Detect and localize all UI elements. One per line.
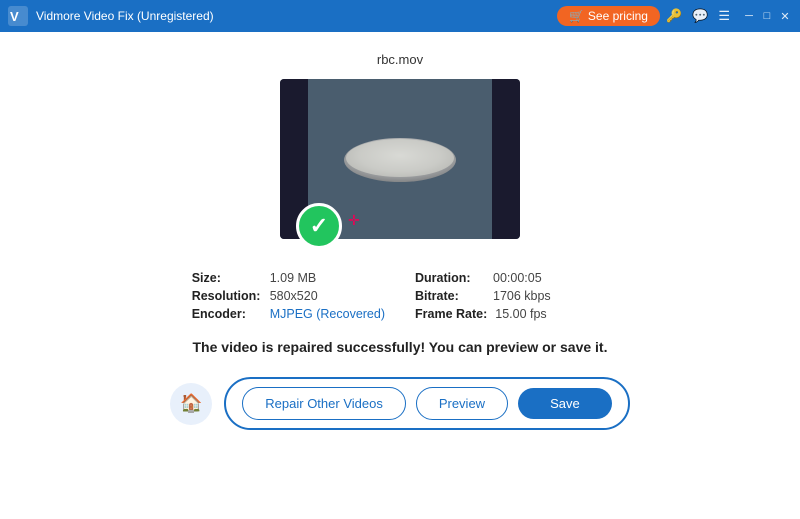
- bitrate-value: 1706 kbps: [493, 289, 551, 303]
- title-bar-left: V Vidmore Video Fix (Unregistered): [8, 6, 214, 26]
- video-panel-right: [492, 79, 520, 239]
- info-row-encoder: Encoder: MJPEG (Recovered): [192, 307, 385, 321]
- repair-other-button[interactable]: Repair Other Videos: [242, 387, 406, 420]
- app-logo-icon: V: [8, 6, 28, 26]
- minimize-icon[interactable]: ─: [742, 9, 756, 23]
- blob-shape-icon: [340, 132, 460, 187]
- framerate-label: Frame Rate:: [415, 307, 487, 321]
- info-row-resolution: Resolution: 580x520: [192, 289, 385, 303]
- app-title: Vidmore Video Fix (Unregistered): [36, 9, 214, 23]
- duration-value: 00:00:05: [493, 271, 542, 285]
- pricing-button[interactable]: 🛒 See pricing: [557, 6, 660, 26]
- menu-icon[interactable]: ☰: [718, 8, 730, 24]
- title-bar-icons: 🔑 💬 ☰: [666, 8, 730, 24]
- title-bar-right: 🛒 See pricing 🔑 💬 ☰ ─ □ ✕: [557, 6, 792, 26]
- success-message: The video is repaired successfully! You …: [193, 339, 608, 355]
- svg-text:V: V: [10, 9, 19, 24]
- info-row-size: Size: 1.09 MB: [192, 271, 385, 285]
- info-grid: Size: 1.09 MB Duration: 00:00:05 Resolut…: [192, 271, 609, 321]
- window-controls: ─ □ ✕: [742, 9, 792, 23]
- main-content: rbc.mov ✓: [0, 32, 800, 519]
- video-filename: rbc.mov: [377, 52, 423, 67]
- size-label: Size:: [192, 271, 262, 285]
- duration-label: Duration:: [415, 271, 485, 285]
- info-row-duration: Duration: 00:00:05: [415, 271, 608, 285]
- size-value: 1.09 MB: [270, 271, 317, 285]
- title-bar: V Vidmore Video Fix (Unregistered) 🛒 See…: [0, 0, 800, 32]
- key-icon[interactable]: 🔑: [666, 8, 682, 24]
- resolution-value: 580x520: [270, 289, 318, 303]
- home-button[interactable]: 🏠: [170, 383, 212, 425]
- chat-icon[interactable]: 💬: [692, 8, 708, 24]
- info-row-framerate: Frame Rate: 15.00 fps: [415, 307, 608, 321]
- bitrate-label: Bitrate:: [415, 289, 485, 303]
- info-row-bitrate: Bitrate: 1706 kbps: [415, 289, 608, 303]
- preview-button[interactable]: Preview: [416, 387, 508, 420]
- success-badge: ✓: [296, 203, 342, 249]
- framerate-value: 15.00 fps: [495, 307, 546, 321]
- action-group: Repair Other Videos Preview Save: [224, 377, 629, 430]
- home-icon: 🏠: [180, 393, 202, 414]
- cursor-indicator-icon: ✛: [348, 212, 360, 229]
- encoder-value: MJPEG (Recovered): [270, 307, 385, 321]
- save-button[interactable]: Save: [518, 388, 612, 419]
- video-thumbnail-wrapper: ✓ ✛: [280, 79, 520, 239]
- close-icon[interactable]: ✕: [778, 9, 792, 23]
- maximize-icon[interactable]: □: [760, 9, 774, 23]
- resolution-label: Resolution:: [192, 289, 262, 303]
- bottom-bar: 🏠 Repair Other Videos Preview Save: [0, 377, 800, 430]
- encoder-label: Encoder:: [192, 307, 262, 321]
- pricing-label: See pricing: [588, 9, 648, 23]
- cart-icon: 🛒: [569, 9, 584, 23]
